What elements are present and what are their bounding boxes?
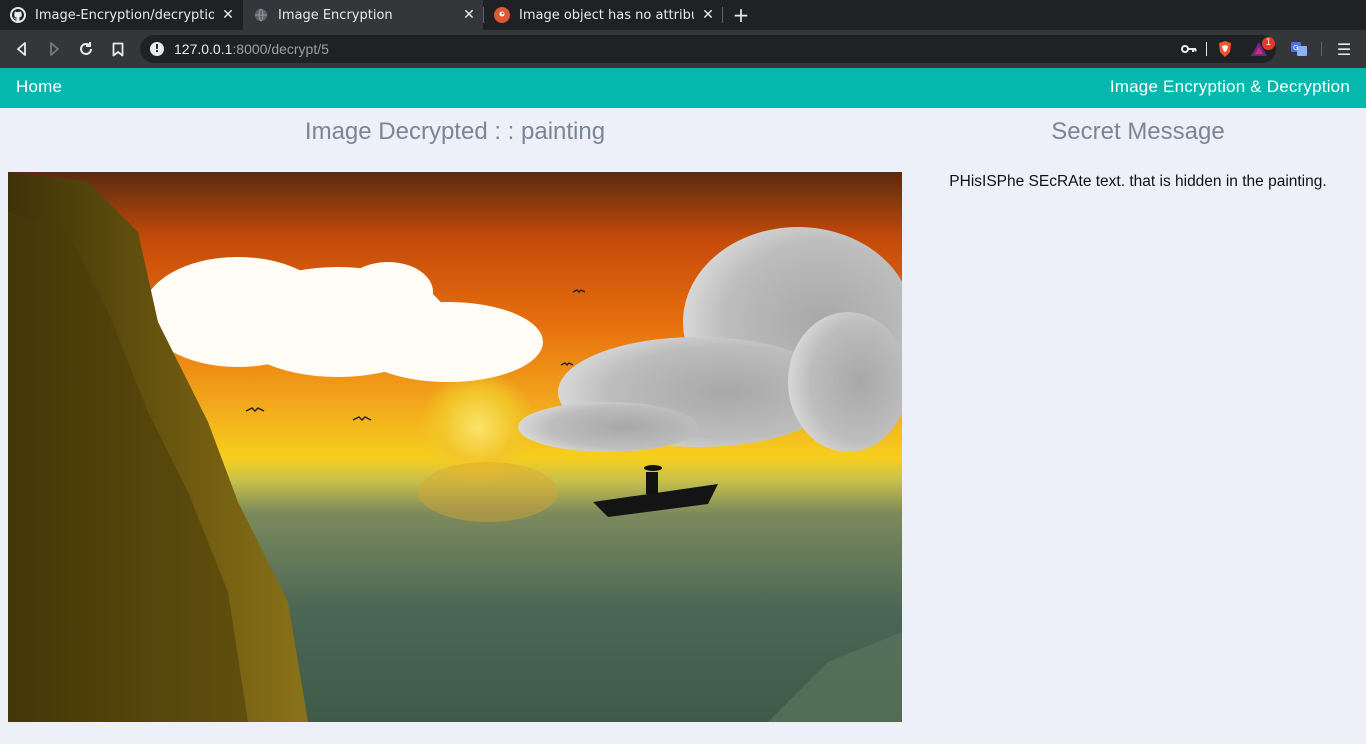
site-navbar: Home Image Encryption & Decryption xyxy=(0,68,1366,108)
toolbar-divider xyxy=(1321,42,1322,56)
forward-arrow-icon xyxy=(50,42,59,56)
secret-message-heading: Secret Message xyxy=(1051,118,1225,145)
close-icon[interactable]: ✕ xyxy=(700,7,716,23)
close-icon[interactable]: ✕ xyxy=(220,7,236,23)
tab-bar: Image-Encryption/decryptio ✕ Image Encry… xyxy=(0,0,1366,30)
menu-button[interactable]: ☰ xyxy=(1333,38,1355,60)
decrypted-image-heading: Image Decrypted : : painting xyxy=(304,118,606,145)
back-arrow-icon xyxy=(17,42,26,56)
decrypted-painting-image xyxy=(8,172,902,722)
tab-separator xyxy=(722,7,723,23)
bookmark-icon xyxy=(112,42,124,56)
close-icon[interactable]: ✕ xyxy=(461,7,477,23)
secret-message-text: PHisISPhe SEcRAte text. that is hidden i… xyxy=(949,173,1327,190)
toolbar-divider xyxy=(1206,42,1207,56)
hamburger-menu-icon: ☰ xyxy=(1336,39,1352,59)
globe-icon xyxy=(253,7,269,23)
bookmark-button[interactable] xyxy=(107,38,129,60)
info-icon[interactable]: ! xyxy=(150,42,164,56)
back-button[interactable] xyxy=(11,38,33,60)
browser-toolbar: ! 127.0.0.1:8000/decrypt/5 1 G ☰ xyxy=(0,30,1366,68)
tab-github[interactable]: Image-Encryption/decryptio ✕ xyxy=(0,0,242,30)
translate-extension-icon[interactable]: G xyxy=(1288,38,1310,60)
svg-text:G: G xyxy=(1293,44,1298,52)
reload-icon xyxy=(80,42,92,55)
address-bar[interactable]: ! 127.0.0.1:8000/decrypt/5 1 xyxy=(140,35,1276,63)
tab-title: Image Encryption xyxy=(278,7,393,23)
tab-image-object-error[interactable]: Image object has no attribut ✕ xyxy=(484,0,722,30)
url-text[interactable]: 127.0.0.1:8000/decrypt/5 xyxy=(174,41,329,57)
tab-title: Image object has no attribut xyxy=(519,7,694,23)
reload-button[interactable] xyxy=(75,38,97,60)
tab-title: Image-Encryption/decryptio xyxy=(35,7,214,23)
key-icon[interactable] xyxy=(1180,40,1198,58)
nav-home-link[interactable]: Home xyxy=(16,77,62,97)
new-tab-button[interactable]: + xyxy=(731,3,751,27)
nav-brand-link[interactable]: Image Encryption & Decryption xyxy=(1110,77,1350,97)
github-icon xyxy=(10,7,26,23)
tab-image-encryption[interactable]: Image Encryption ✕ xyxy=(243,0,483,30)
brave-shields-icon[interactable] xyxy=(1216,40,1234,58)
forward-button[interactable] xyxy=(43,38,65,60)
extension-badge: 1 xyxy=(1262,37,1275,50)
duckduckgo-icon xyxy=(494,7,510,23)
